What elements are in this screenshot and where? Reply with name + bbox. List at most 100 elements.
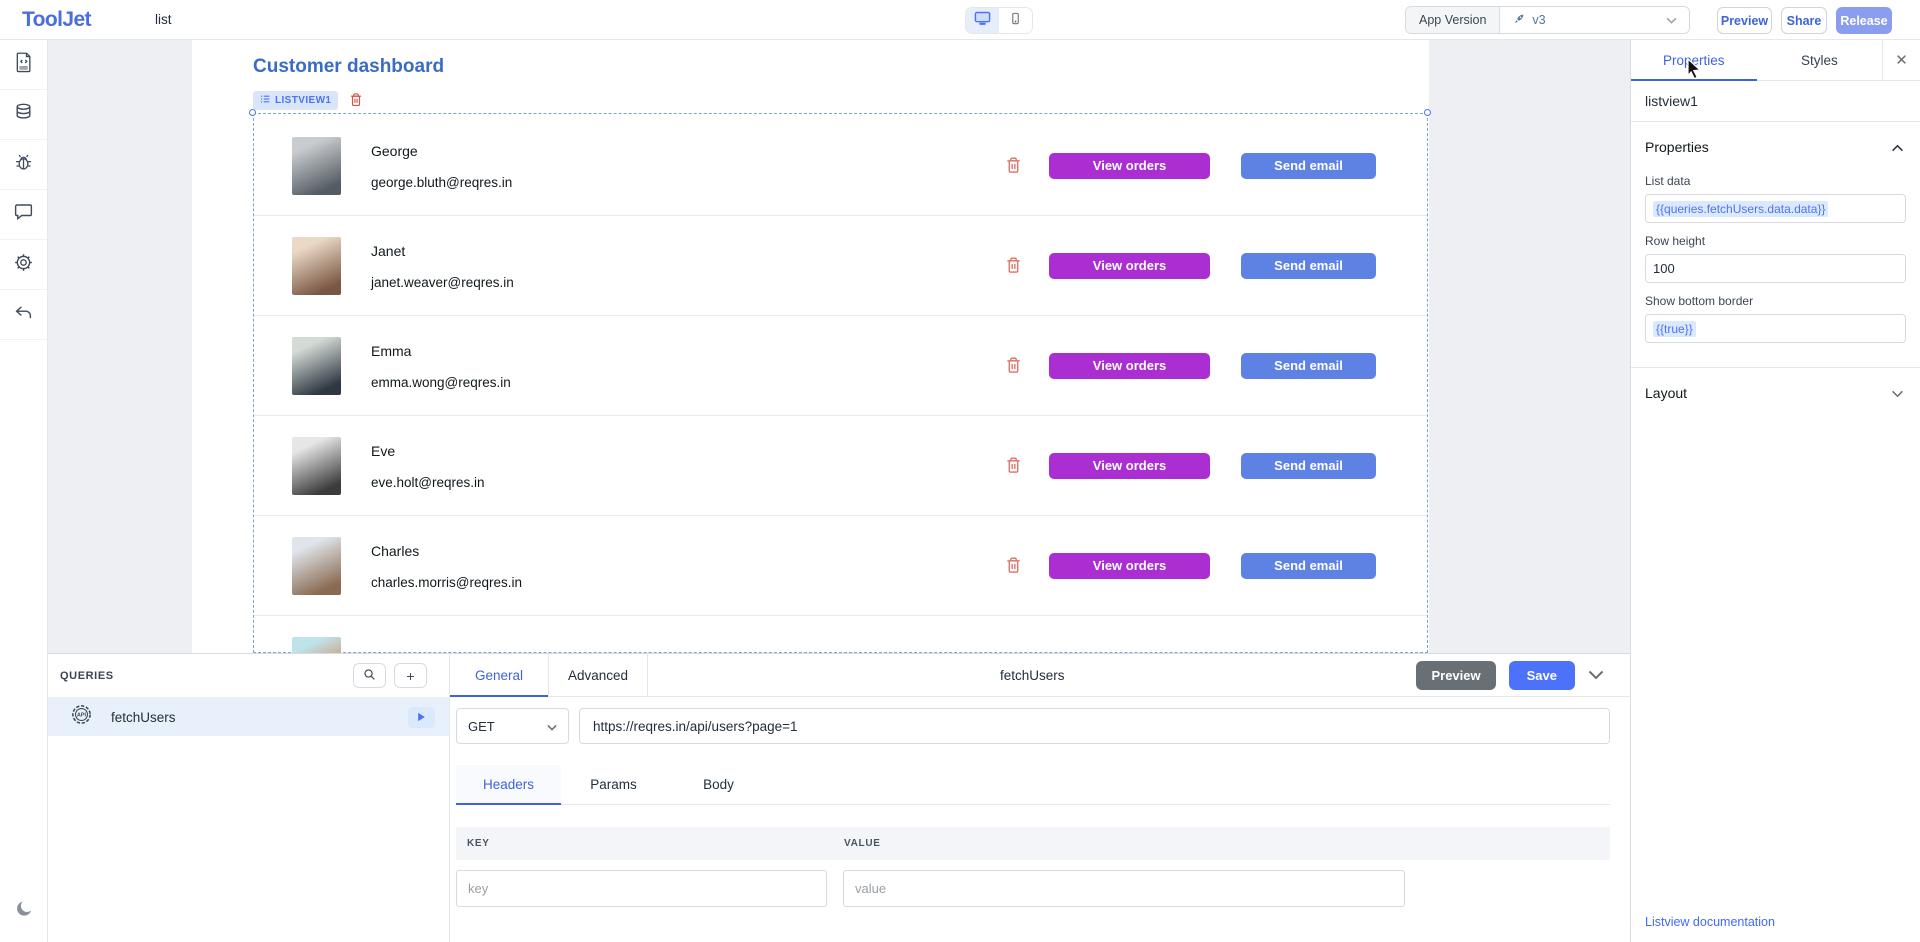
share-button[interactable]: Share (1781, 7, 1827, 34)
add-query-button[interactable]: + (394, 663, 427, 688)
app-version-label: App Version (1406, 7, 1500, 33)
list-item: Charles charles.morris@reqres.in View or… (254, 516, 1427, 616)
query-name: fetchUsers (111, 710, 176, 725)
layout-section-title: Layout (1645, 385, 1687, 401)
view-orders-button[interactable]: View orders (1049, 353, 1210, 379)
sidebar-item-comments[interactable] (0, 190, 47, 240)
tab-body[interactable]: Body (666, 765, 771, 804)
rocket-icon (1512, 12, 1526, 29)
properties-section-header[interactable]: Properties (1631, 122, 1920, 163)
preview-app-button[interactable]: Preview (1717, 7, 1772, 34)
delete-row-icon[interactable] (1005, 356, 1023, 376)
http-method-select[interactable]: GET (456, 708, 569, 744)
send-email-button[interactable]: Send email (1241, 153, 1376, 179)
row-height-input-wrap (1645, 254, 1906, 283)
send-email-button[interactable]: Send email (1241, 253, 1376, 279)
request-url-input[interactable] (579, 708, 1610, 744)
properties-section-title: Properties (1645, 139, 1709, 155)
inspector-panel: Properties Styles ✕ listview1 Properties… (1630, 40, 1920, 942)
tab-params[interactable]: Params (561, 765, 666, 804)
gear-icon (13, 252, 34, 278)
avatar (292, 437, 341, 495)
plus-icon: + (406, 668, 414, 684)
delete-widget-icon[interactable] (349, 90, 367, 110)
show-bottom-border-label: Show bottom border (1645, 294, 1906, 308)
kv-row (456, 870, 1610, 907)
top-header: ToolJet list App Version v3 Preview Shar… (0, 0, 1920, 40)
tab-advanced[interactable]: Advanced (549, 654, 648, 696)
send-email-button[interactable]: Send email (1241, 553, 1376, 579)
database-icon (13, 102, 34, 128)
moon-icon (14, 899, 34, 924)
customer-name: George (371, 143, 512, 159)
desktop-toggle-button[interactable] (966, 8, 999, 33)
avatar (292, 337, 341, 395)
show-bottom-border-input[interactable]: {{true}} (1645, 314, 1906, 343)
bug-icon (13, 152, 34, 178)
tab-headers[interactable]: Headers (456, 765, 561, 804)
rest-api-query-icon: API (70, 703, 93, 731)
run-query-button[interactable] (408, 707, 435, 728)
collapse-query-panel-button[interactable] (1588, 668, 1604, 683)
avatar (292, 237, 341, 295)
selected-widget-name: listview1 (1631, 81, 1920, 122)
customer-name: Emma (371, 343, 511, 359)
http-method-value: GET (468, 719, 495, 734)
chevron-down-icon (1666, 7, 1689, 33)
layout-section-header[interactable]: Layout (1631, 368, 1920, 409)
send-email-button[interactable]: Send email (1241, 453, 1376, 479)
widget-tag[interactable]: LISTVIEW1 (253, 91, 338, 110)
close-inspector-button[interactable]: ✕ (1882, 40, 1920, 80)
list-data-label: List data (1645, 174, 1906, 188)
release-button[interactable]: Release (1836, 7, 1892, 34)
delete-row-icon[interactable] (1005, 456, 1023, 476)
tooljet-logo: ToolJet (22, 8, 91, 32)
dark-mode-toggle[interactable] (0, 899, 48, 924)
listview-rows: George george.bluth@reqres.in View order… (254, 114, 1427, 653)
resize-handle-top-right[interactable] (1424, 109, 1431, 116)
view-orders-button[interactable]: View orders (1049, 253, 1210, 279)
view-orders-button[interactable]: View orders (1049, 553, 1210, 579)
sidebar-item-database[interactable] (0, 90, 47, 140)
device-layout-toggle[interactable] (965, 7, 1033, 34)
preview-query-button[interactable]: Preview (1416, 661, 1495, 690)
tab-general[interactable]: General (450, 654, 549, 696)
resize-handle-top-left[interactable] (249, 109, 256, 116)
customer-name: Janet (371, 243, 514, 259)
app-canvas[interactable]: Customer dashboard LISTVIEW1 George geor… (192, 40, 1429, 653)
search-queries-button[interactable] (353, 663, 386, 688)
app-version-select[interactable]: App Version v3 (1405, 6, 1690, 34)
view-orders-button[interactable]: View orders (1049, 453, 1210, 479)
header-key-input[interactable] (456, 870, 827, 907)
svg-text:API: API (77, 713, 86, 719)
listview-documentation-link[interactable]: Listview documentation (1645, 915, 1775, 929)
list-item: Janet janet.weaver@reqres.in View orders… (254, 216, 1427, 316)
list-data-input[interactable]: {{queries.fetchUsers.data.data}} (1645, 194, 1906, 223)
header-value-input[interactable] (843, 870, 1405, 907)
sidebar-item-pages[interactable] (0, 40, 47, 90)
customer-email: janet.weaver@reqres.in (371, 275, 514, 290)
sidebar-item-settings[interactable] (0, 240, 47, 290)
list-item: George george.bluth@reqres.in View order… (254, 116, 1427, 216)
view-orders-button[interactable]: View orders (1049, 153, 1210, 179)
comment-icon (13, 202, 34, 227)
mobile-toggle-button[interactable] (999, 8, 1032, 33)
delete-row-icon[interactable] (1005, 556, 1023, 576)
undo-arrow-icon (13, 303, 34, 327)
query-list-item-fetchusers[interactable]: API fetchUsers (48, 698, 449, 736)
close-icon: ✕ (1895, 51, 1908, 69)
tab-properties[interactable]: Properties (1631, 40, 1757, 80)
sidebar-item-debugger[interactable] (0, 140, 47, 190)
sidebar-item-undo[interactable] (0, 290, 47, 340)
listview-widget[interactable]: George george.bluth@reqres.in View order… (253, 113, 1428, 653)
row-height-label: Row height (1645, 234, 1906, 248)
list-item: Emma emma.wong@reqres.in View orders Sen… (254, 316, 1427, 416)
tab-styles[interactable]: Styles (1757, 40, 1883, 80)
delete-row-icon[interactable] (1005, 156, 1023, 176)
kv-table-header: KEY VALUE (456, 827, 1610, 860)
delete-row-icon[interactable] (1005, 256, 1023, 276)
save-query-button[interactable]: Save (1509, 661, 1575, 690)
row-height-input[interactable] (1653, 261, 1898, 276)
chevron-down-icon (1588, 668, 1604, 683)
send-email-button[interactable]: Send email (1241, 353, 1376, 379)
